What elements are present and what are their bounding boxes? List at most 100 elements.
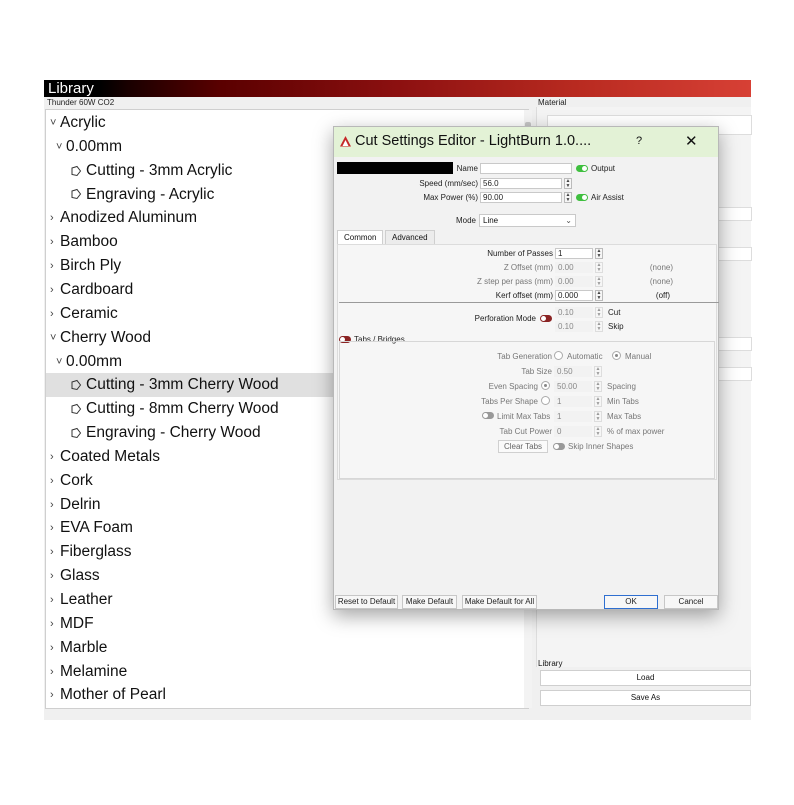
chevron-right-icon[interactable]: › [50, 588, 60, 612]
chevron-down-icon: ⌄ [565, 216, 572, 225]
chevron-right-icon[interactable]: › [50, 516, 60, 540]
kerf-input[interactable]: 0.000 [555, 290, 593, 301]
perf-skip-input[interactable]: 0.10 [555, 321, 593, 332]
chevron-down-icon[interactable]: ˅ [56, 135, 66, 159]
tabs-per-shape-radio[interactable] [541, 396, 550, 405]
close-button[interactable]: ✕ [685, 132, 698, 150]
library-title: Library [48, 80, 94, 97]
chevron-right-icon[interactable]: › [50, 206, 60, 230]
perforation-toggle[interactable] [540, 315, 552, 322]
perforation-label: Perforation Mode [474, 314, 536, 323]
min-tabs-input[interactable]: 1 [554, 396, 592, 407]
tree-item-label: Mother of Pearl [60, 686, 166, 704]
perf-cut-input[interactable]: 0.10 [555, 307, 593, 318]
help-button[interactable]: ? [636, 135, 642, 147]
chevron-right-icon[interactable]: › [50, 278, 60, 302]
air-assist-toggle[interactable] [576, 194, 588, 201]
z-offset-input[interactable]: 0.00 [555, 262, 593, 273]
load-button[interactable]: Load [540, 670, 751, 686]
dialog-titlebar[interactable]: Cut Settings Editor - LightBurn 1.0.... … [334, 127, 718, 157]
clear-tabs-button[interactable]: Clear Tabs [498, 440, 548, 453]
passes-spinner[interactable]: ▲ ▼ [595, 248, 603, 259]
speed-spinner[interactable]: ▲ ▼ [564, 178, 572, 189]
chevron-right-icon[interactable]: › [50, 230, 60, 254]
chevron-right-icon[interactable]: › [50, 493, 60, 517]
speed-input[interactable]: 56.0 [480, 178, 562, 189]
chevron-right-icon[interactable]: › [50, 660, 60, 684]
chevron-right-icon[interactable]: › [50, 469, 60, 493]
tree-item-label: Acrylic [60, 114, 106, 132]
tab-size-input[interactable]: 0.50 [554, 366, 592, 377]
z-step-input[interactable]: 0.00 [555, 276, 593, 287]
kerf-note: (off) [655, 291, 670, 300]
tabs-per-shape-label: Tabs Per Shape [481, 397, 538, 406]
z-offset-spinner[interactable]: ▲ ▼ [595, 262, 603, 273]
limit-max-tabs-toggle[interactable] [482, 412, 494, 419]
kerf-spinner[interactable]: ▲ ▼ [595, 290, 603, 301]
tree-item-label: Engraving - Acrylic [86, 185, 215, 203]
tabs-bridges-group: Tab Generation Automatic Manual Tab Size… [339, 341, 715, 479]
tab-size-spinner[interactable]: ▲ ▼ [594, 366, 602, 377]
max-power-label: Max Power (%) [423, 193, 478, 202]
chevron-down-icon[interactable]: ˅ [50, 326, 60, 350]
tree-folder-item[interactable]: › Mother of Pearl [46, 683, 524, 707]
tree-item-label: EVA Foam [60, 519, 133, 537]
cut-setting-icon [71, 427, 82, 439]
even-spacing-radio[interactable] [541, 381, 550, 390]
tree-item-label: Cutting - 3mm Acrylic [86, 161, 233, 179]
max-power-input[interactable]: 90.00 [480, 192, 562, 203]
max-tabs-input[interactable]: 1 [554, 411, 592, 422]
chevron-right-icon[interactable]: › [50, 254, 60, 278]
ok-button[interactable]: OK [604, 595, 658, 609]
cut-settings-dialog: Cut Settings Editor - LightBurn 1.0.... … [333, 126, 719, 610]
perf-skip-spinner[interactable]: ▲ ▼ [595, 321, 603, 332]
chevron-right-icon[interactable]: › [50, 445, 60, 469]
tab-cut-power-input[interactable]: 0 [554, 426, 592, 437]
max-tabs-spinner[interactable]: ▲ ▼ [594, 411, 602, 422]
tree-item-label: 0.00mm [66, 137, 122, 155]
perf-cut-spinner[interactable]: ▲ ▼ [595, 307, 603, 318]
machine-label: Thunder 60W CO2 [47, 98, 115, 107]
chevron-down-icon[interactable]: ˅ [50, 111, 60, 135]
tab-cut-power-spinner[interactable]: ▲ ▼ [594, 426, 602, 437]
spacing-input[interactable]: 50.00 [554, 381, 592, 392]
tab-common[interactable]: Common [337, 230, 384, 244]
make-default-button[interactable]: Make Default [402, 595, 457, 609]
tree-item-label: Cherry Wood [60, 328, 152, 346]
manual-label: Manual [625, 352, 652, 361]
tab-advanced[interactable]: Advanced [385, 230, 435, 244]
mode-select[interactable]: Line ⌄ [479, 214, 576, 227]
manual-radio[interactable] [612, 351, 621, 360]
automatic-radio[interactable] [554, 351, 563, 360]
chevron-right-icon[interactable]: › [50, 564, 60, 588]
save-as-button[interactable]: Save As [540, 690, 751, 706]
chevron-right-icon[interactable]: › [50, 683, 60, 707]
mode-value: Line [483, 216, 499, 225]
skip-inner-toggle[interactable] [553, 443, 565, 450]
tree-folder-item[interactable]: › MDF [46, 612, 524, 636]
name-input[interactable] [480, 163, 572, 174]
z-step-spinner[interactable]: ▲ ▼ [595, 276, 603, 287]
tree-item-label: Glass [60, 567, 100, 585]
cancel-button[interactable]: Cancel [664, 595, 718, 609]
chevron-right-icon[interactable]: › [50, 636, 60, 660]
tree-folder-item[interactable]: › Marble [46, 636, 524, 660]
automatic-label: Automatic [567, 352, 603, 361]
kerf-label: Kerf offset (mm) [495, 291, 553, 300]
z-step-note: (none) [649, 277, 673, 286]
chevron-right-icon[interactable]: › [50, 540, 60, 564]
tree-item-label: Cardboard [60, 281, 134, 299]
spacing-spinner[interactable]: ▲ ▼ [594, 381, 602, 392]
chevron-right-icon[interactable]: › [50, 302, 60, 326]
chevron-down-icon[interactable]: ˅ [56, 350, 66, 374]
chevron-right-icon[interactable]: › [50, 612, 60, 636]
output-toggle[interactable] [576, 165, 588, 172]
max-power-spinner[interactable]: ▲ ▼ [564, 192, 572, 203]
min-tabs-spinner[interactable]: ▲ ▼ [594, 396, 602, 407]
make-default-for-all-button[interactable]: Make Default for All [462, 595, 537, 609]
tree-folder-item[interactable]: › Melamine [46, 660, 524, 684]
reset-to-default-button[interactable]: Reset to Default [335, 595, 398, 609]
library-header: Library [44, 80, 751, 97]
passes-input[interactable]: 1 [555, 248, 593, 259]
library-section-label: Library [538, 659, 563, 668]
